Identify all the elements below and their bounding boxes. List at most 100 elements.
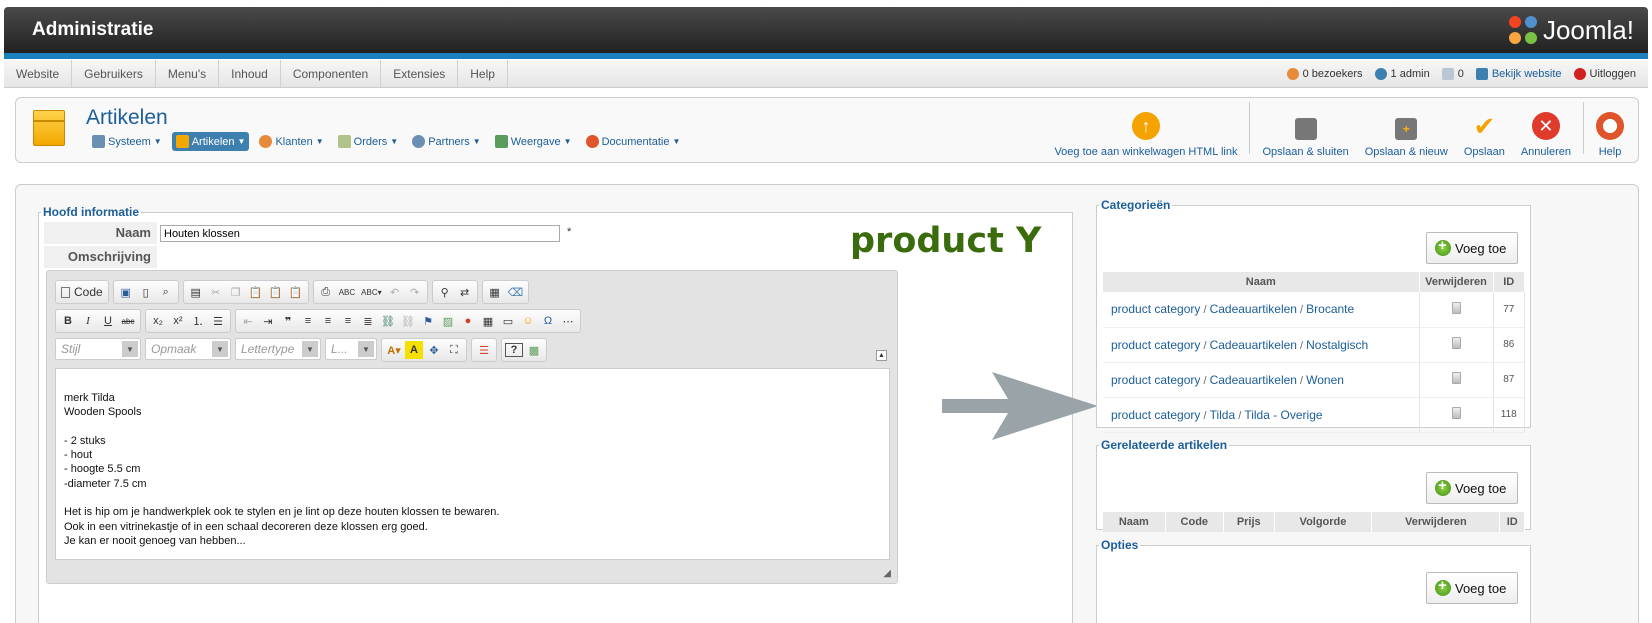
cut-icon[interactable]: ✂ bbox=[207, 283, 225, 301]
special-char-icon[interactable]: Ω bbox=[539, 312, 557, 330]
numbered-list-icon[interactable]: ⒈ bbox=[189, 312, 207, 330]
resize-handle-icon[interactable]: ◢ bbox=[883, 568, 891, 579]
submenu-systeem[interactable]: Systeem ▼ bbox=[88, 132, 166, 151]
italic-icon[interactable]: I bbox=[79, 312, 97, 330]
font-select[interactable]: Lettertype ▼ bbox=[235, 338, 321, 360]
maximize-icon[interactable]: ✥ bbox=[425, 341, 443, 359]
horizontal-rule-icon[interactable]: ▭ bbox=[499, 312, 517, 330]
menu-gebruikers[interactable]: Gebruikers bbox=[72, 60, 156, 87]
format-select[interactable]: Opmaak ▼ bbox=[145, 338, 231, 360]
redo-icon[interactable]: ↷ bbox=[406, 283, 424, 301]
save-close-button[interactable]: Opslaan & sluiten bbox=[1254, 102, 1356, 158]
replace-icon[interactable]: ⇄ bbox=[456, 283, 474, 301]
submenu-weergave[interactable]: Weergave ▼ bbox=[491, 132, 576, 151]
submenu-artikelen[interactable]: Artikelen ▼ bbox=[171, 132, 250, 151]
save-button[interactable]: ✔ Opslaan bbox=[1456, 102, 1513, 159]
background-color-icon[interactable]: A bbox=[405, 341, 423, 359]
paste-word-icon[interactable]: 📋 bbox=[287, 283, 305, 301]
text-color-icon[interactable]: A▾ bbox=[385, 341, 403, 359]
find-icon[interactable]: ⚲ bbox=[436, 283, 454, 301]
column-header-id: ID bbox=[1499, 512, 1525, 532]
align-left-icon[interactable]: ≡ bbox=[299, 312, 317, 330]
save-new-button[interactable]: + Opslaan & nieuw bbox=[1357, 102, 1456, 158]
style-select[interactable]: Stijl ▼ bbox=[55, 338, 141, 360]
eraser-icon[interactable]: ⌫ bbox=[506, 283, 526, 301]
smiley-icon[interactable]: ☺ bbox=[519, 312, 537, 330]
cancel-button[interactable]: ✕ Annuleren bbox=[1513, 102, 1579, 158]
indent-icon[interactable]: ⇥ bbox=[259, 312, 277, 330]
bullet-list-icon[interactable]: ☰ bbox=[209, 312, 227, 330]
superscript-icon[interactable]: x² bbox=[169, 312, 187, 330]
column-header-naam: Naam bbox=[1103, 512, 1166, 532]
menu-componenten[interactable]: Componenten bbox=[281, 60, 382, 87]
outdent-icon[interactable]: ⇤ bbox=[239, 312, 257, 330]
image-icon[interactable]: ▨ bbox=[439, 312, 457, 330]
justify-icon[interactable]: ≣ bbox=[359, 312, 377, 330]
strikethrough-icon[interactable]: abc bbox=[119, 312, 137, 330]
messages-status[interactable]: 0 bbox=[1441, 68, 1464, 80]
preview-icon[interactable]: ⌕ bbox=[157, 283, 175, 301]
read-more-icon[interactable]: ☰ bbox=[475, 341, 493, 359]
submenu-klanten[interactable]: Klanten ▼ bbox=[255, 132, 327, 151]
menu-extensies[interactable]: Extensies bbox=[381, 60, 459, 87]
column-header-code: Code bbox=[1165, 512, 1224, 532]
help-button[interactable]: Help bbox=[1588, 102, 1632, 158]
logout-link[interactable]: Uitloggen bbox=[1573, 68, 1636, 80]
collapse-toolbar-button[interactable]: ▲ bbox=[876, 350, 887, 361]
add-cart-link-button[interactable]: ↑ Voeg toe aan winkelwagen HTML link bbox=[1046, 102, 1245, 158]
joomla-logo[interactable]: Joomla! bbox=[1508, 15, 1634, 46]
admin-user-icon bbox=[1374, 68, 1387, 80]
paste-text-icon[interactable]: 📋 bbox=[267, 283, 285, 301]
trash-icon[interactable] bbox=[1451, 407, 1461, 419]
trash-icon[interactable] bbox=[1451, 337, 1461, 349]
menu-inhoud[interactable]: Inhoud bbox=[219, 60, 281, 87]
copy-icon[interactable]: ❐ bbox=[227, 283, 245, 301]
category-path[interactable]: product category / Cadeauartikelen / Bro… bbox=[1103, 292, 1420, 328]
about-icon[interactable]: ? bbox=[505, 343, 523, 357]
code-button[interactable]: Code bbox=[59, 283, 105, 301]
submenu-partners[interactable]: Partners ▼ bbox=[408, 132, 485, 151]
category-path[interactable]: product category / Tilda / Tilda - Overi… bbox=[1103, 397, 1420, 433]
menu-menus[interactable]: Menu's bbox=[156, 60, 220, 87]
column-header-volgorde: Volgorde bbox=[1274, 512, 1373, 532]
trash-icon[interactable] bbox=[1451, 301, 1461, 314]
unlink-icon[interactable]: ⛓ bbox=[399, 312, 417, 330]
select-all-icon[interactable]: ▦ bbox=[486, 283, 504, 301]
spellcheck-as-you-type-icon[interactable]: ABC▾ bbox=[359, 283, 383, 301]
save-icon[interactable]: ▣ bbox=[117, 283, 135, 301]
menu-website[interactable]: Website bbox=[4, 60, 73, 87]
underline-icon[interactable]: U bbox=[99, 312, 117, 330]
new-document-icon[interactable]: ▯ bbox=[137, 283, 155, 301]
add-category-button[interactable]: Voeg toe bbox=[1426, 232, 1518, 264]
align-center-icon[interactable]: ≡ bbox=[319, 312, 337, 330]
image-manager-icon[interactable]: ▩ bbox=[525, 341, 543, 359]
size-select[interactable]: L... ▼ bbox=[325, 338, 377, 360]
submenu-documentatie[interactable]: Documentatie ▼ bbox=[582, 132, 685, 151]
chevron-down-icon: ▼ bbox=[302, 341, 318, 357]
subscript-icon[interactable]: x₂ bbox=[149, 312, 167, 330]
submenu-orders[interactable]: Orders ▼ bbox=[334, 132, 403, 151]
paste-icon[interactable]: 📋 bbox=[247, 283, 265, 301]
editor-content-area[interactable]: merk Tilda Wooden Spools - 2 stuks - hou… bbox=[55, 368, 890, 560]
flash-icon[interactable]: ● bbox=[459, 312, 477, 330]
table-icon[interactable]: ▦ bbox=[479, 312, 497, 330]
show-blocks-icon[interactable]: ⛶ bbox=[445, 341, 463, 359]
category-path[interactable]: product category / Cadeauartikelen / Nos… bbox=[1103, 327, 1420, 363]
name-input[interactable] bbox=[160, 225, 560, 242]
category-path[interactable]: product category / Cadeauartikelen / Won… bbox=[1103, 362, 1420, 398]
template-icon[interactable]: ▤ bbox=[187, 283, 205, 301]
link-icon[interactable]: ⛓ bbox=[379, 312, 397, 330]
undo-icon[interactable]: ↶ bbox=[386, 283, 404, 301]
spellcheck-icon[interactable]: ABC bbox=[337, 283, 357, 301]
align-right-icon[interactable]: ≡ bbox=[339, 312, 357, 330]
add-option-button[interactable]: Voeg toe bbox=[1426, 572, 1518, 604]
bold-icon[interactable]: B bbox=[59, 312, 77, 330]
view-site-link[interactable]: Bekijk website bbox=[1475, 68, 1562, 80]
trash-icon[interactable] bbox=[1451, 372, 1461, 384]
print-icon[interactable]: ⎙ bbox=[317, 283, 335, 301]
blockquote-icon[interactable]: ❞ bbox=[279, 312, 297, 330]
menu-help[interactable]: Help bbox=[458, 60, 508, 87]
anchor-flag-icon[interactable]: ⚑ bbox=[419, 312, 437, 330]
add-related-article-button[interactable]: Voeg toe bbox=[1426, 472, 1518, 504]
page-break-icon[interactable]: ⋯ bbox=[559, 312, 577, 330]
